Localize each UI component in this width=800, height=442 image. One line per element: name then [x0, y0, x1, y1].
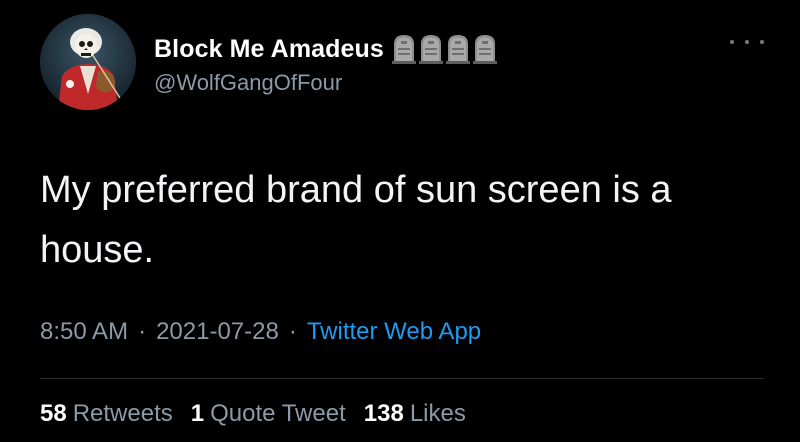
likes-stat[interactable]: 138 Likes [364, 400, 466, 428]
meta-separator: · [288, 318, 297, 345]
tweet-date[interactable]: 2021-07-28 [156, 318, 279, 346]
tombstone-icon [418, 34, 443, 64]
retweets-label: Retweets [72, 400, 173, 427]
likes-count: 138 [363, 400, 404, 427]
tweet-meta: 8:50 AM · 2021-07-28 · Twitter Web App [40, 318, 481, 346]
retweets-stat[interactable]: 58 Retweets [40, 400, 173, 428]
more-options-button[interactable] [730, 30, 764, 54]
more-dot-icon [730, 40, 734, 44]
more-dot-icon [745, 40, 749, 44]
tweet-stats: 58 Retweets 1 Quote Tweet 138 Likes [40, 400, 484, 428]
skeleton-avatar-icon [40, 14, 136, 110]
quote-tweets-count: 1 [190, 400, 205, 427]
retweets-count: 58 [40, 400, 67, 427]
quote-tweets-stat[interactable]: 1 Quote Tweet [191, 400, 346, 428]
tombstone-icon [445, 34, 470, 64]
tweet-text: My preferred brand of sun screen is a ho… [40, 169, 672, 271]
tweet-source-link[interactable]: Twitter Web App [307, 318, 481, 346]
tombstone-icon [391, 34, 416, 64]
quote-tweets-label: Quote Tweet [210, 400, 346, 427]
tweet-time[interactable]: 8:50 AM [40, 318, 128, 346]
divider [40, 378, 764, 379]
likes-label: Likes [409, 400, 466, 427]
meta-separator: · [138, 318, 147, 345]
tombstone-icon [472, 34, 497, 64]
more-dot-icon [760, 40, 764, 44]
avatar[interactable] [40, 14, 136, 110]
display-name[interactable]: Block Me Amadeus [154, 35, 384, 64]
tombstone-badges [391, 34, 497, 64]
user-handle[interactable]: @WolfGangOfFour [154, 70, 342, 96]
tweet-card: Block Me Amadeus @WolfGangOfFour My pref… [0, 0, 800, 442]
display-name-row: Block Me Amadeus [154, 32, 497, 66]
